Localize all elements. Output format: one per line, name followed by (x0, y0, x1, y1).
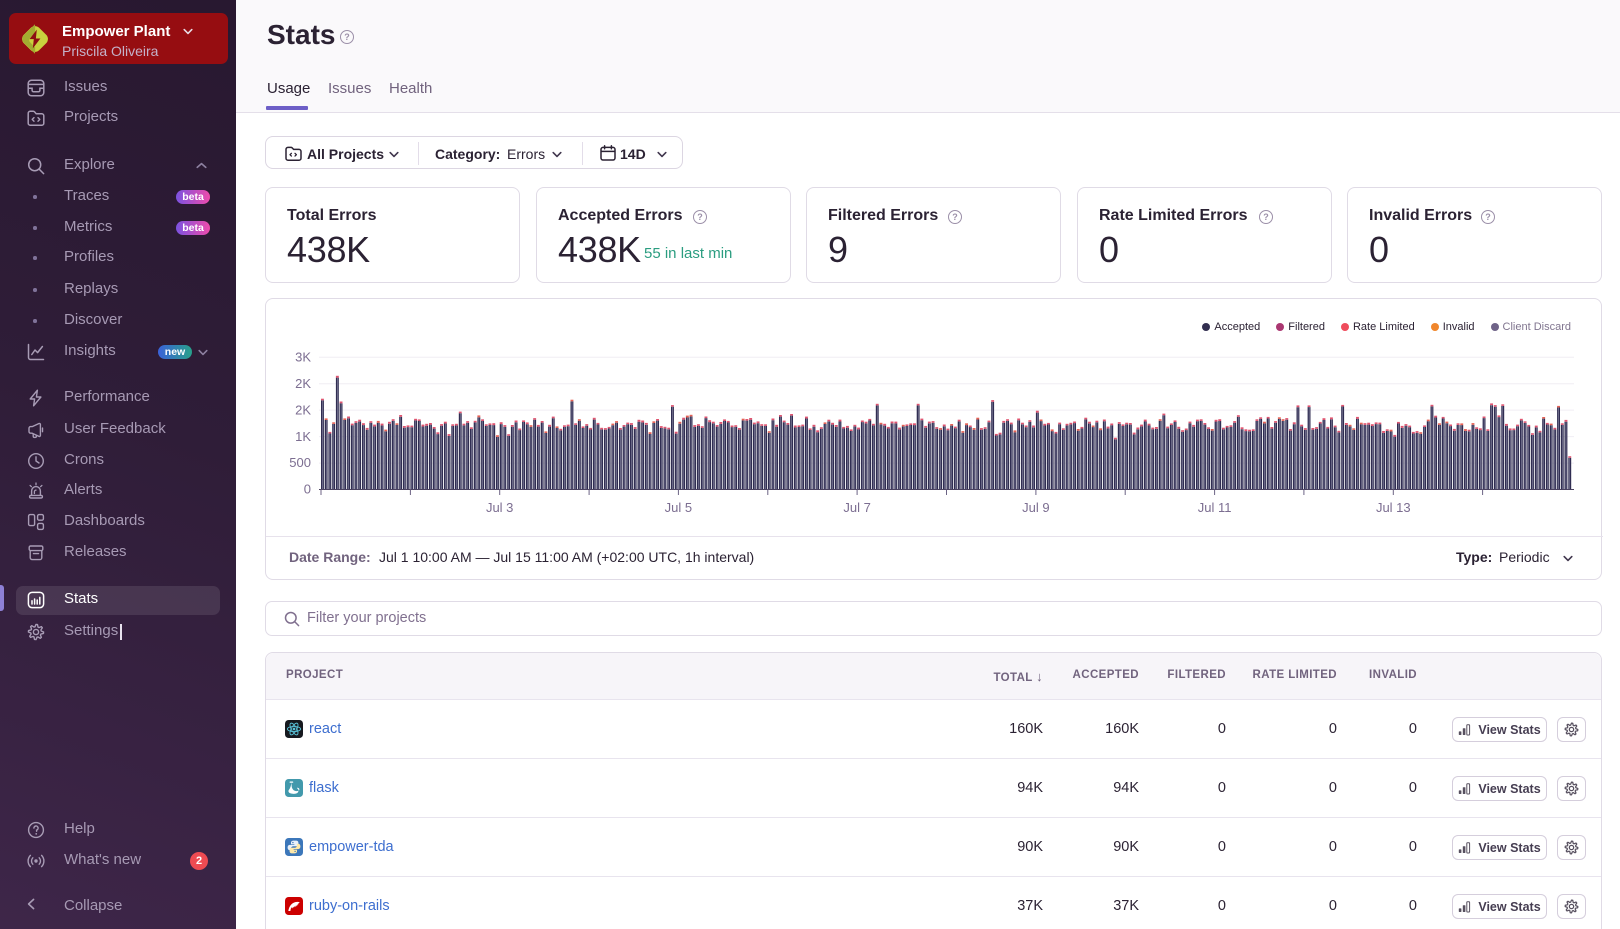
svg-text:3K: 3K (295, 349, 311, 364)
svg-text:1K: 1K (295, 429, 311, 444)
svg-text:500: 500 (289, 455, 311, 470)
svg-text:0: 0 (304, 482, 311, 497)
svg-text:Jul 9: Jul 9 (1022, 500, 1049, 515)
svg-text:2K: 2K (295, 376, 311, 391)
svg-text:Jul 3: Jul 3 (486, 500, 513, 515)
svg-text:Jul 13: Jul 13 (1376, 500, 1411, 515)
svg-text:2K: 2K (295, 402, 311, 417)
svg-text:Jul 11: Jul 11 (1198, 500, 1232, 515)
svg-text:Jul 5: Jul 5 (665, 500, 692, 515)
svg-text:Jul 7: Jul 7 (843, 500, 870, 515)
